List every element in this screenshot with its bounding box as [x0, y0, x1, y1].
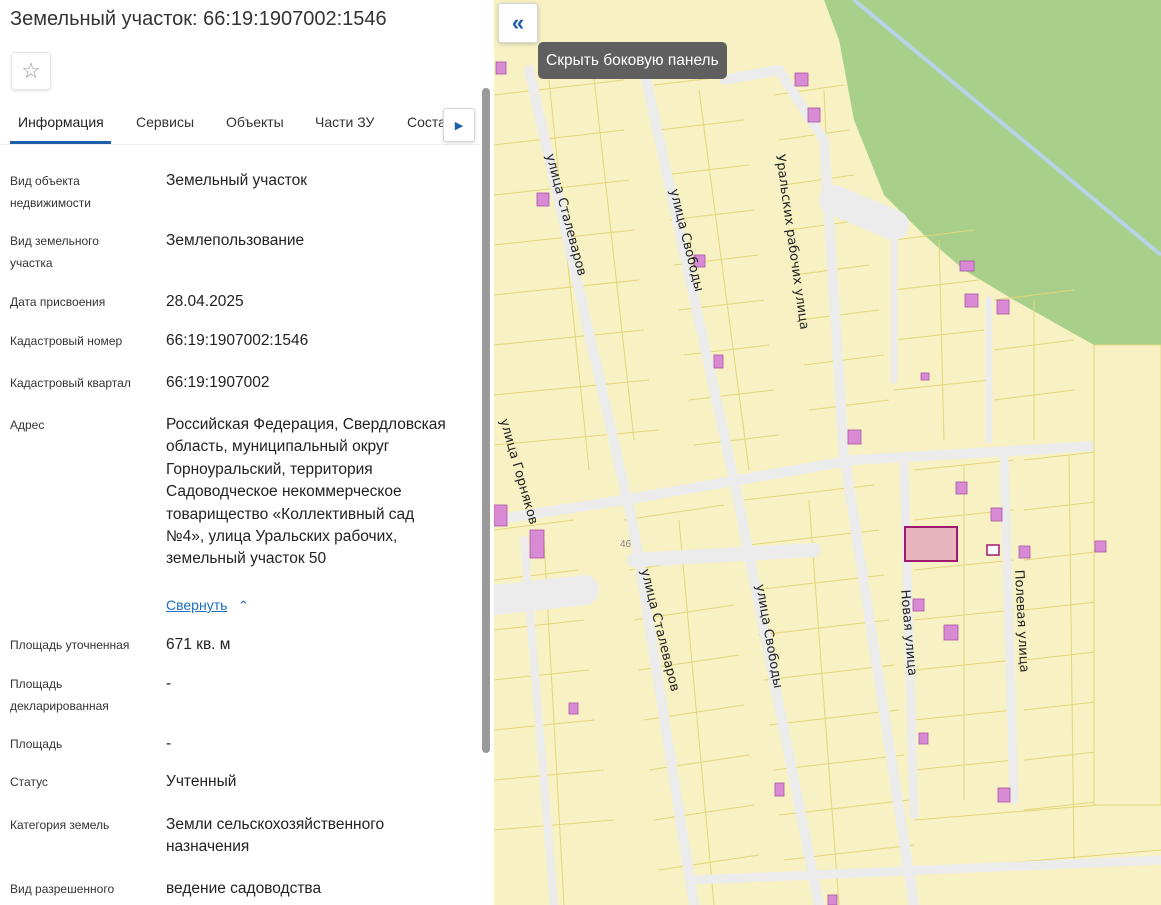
field-label: Вид разрешенного — [10, 882, 115, 896]
field-label: Адрес — [10, 418, 45, 432]
active-tab-indicator — [10, 141, 111, 144]
cadastral-map[interactable]: улица Сталеваров улица Свободы Уральских… — [494, 0, 1161, 905]
parcel-number-label: 46 — [620, 539, 632, 550]
field-value: Земельный участок — [166, 172, 308, 189]
field-value: - — [166, 675, 172, 692]
collapse-sidebar-button[interactable]: « — [498, 3, 538, 43]
field-label: Площадь — [10, 737, 63, 751]
field-value: Российская Федерация, Свердловская облас… — [166, 416, 446, 568]
field-label: Кадастровый номер — [10, 334, 123, 348]
tab-parts[interactable]: Части ЗУ — [315, 114, 374, 130]
field-label: Категория земель — [10, 818, 110, 832]
field-value: 66:19:1907002:1546 — [166, 332, 309, 349]
field-value: Землепользование — [166, 232, 305, 249]
collapse-address-link[interactable]: Свернуть — [166, 597, 227, 613]
selected-parcel[interactable] — [904, 526, 958, 562]
field-label: Вид земельного участка — [10, 234, 99, 270]
field-value: 66:19:1907002 — [166, 374, 270, 391]
tab-bar: Информация Сервисы Объекты Части ЗУ Сост… — [0, 100, 480, 145]
field-label: Площадь декларированная — [10, 677, 109, 713]
tab-objects[interactable]: Объекты — [226, 114, 284, 130]
chevron-right-icon: ▶ — [454, 119, 464, 132]
field-label: Вид объекта недвижимости — [10, 174, 91, 210]
tabs-scroll-right-button[interactable]: ▶ — [443, 108, 475, 142]
star-outline-icon: ☆ — [21, 58, 41, 83]
field-value: ведение садоводства — [166, 880, 322, 897]
chevron-up-icon[interactable]: ⌃ — [238, 598, 249, 614]
map-canvas[interactable]: улица Сталеваров улица Свободы Уральских… — [494, 0, 1161, 905]
tab-services[interactable]: Сервисы — [136, 114, 194, 130]
field-value: - — [166, 735, 172, 752]
sidebar-scrollbar[interactable] — [482, 88, 490, 753]
field-value: Земли сельскохозяйственного назначения — [166, 816, 385, 856]
field-value: Учтенный — [166, 773, 237, 790]
parcel — [1093, 344, 1161, 806]
building-outline — [986, 544, 1000, 556]
page-title: Земельный участок: 66:19:1907002:1546 — [10, 8, 387, 30]
tab-composition[interactable]: Соста — [407, 114, 446, 130]
field-label: Дата присвоения — [10, 295, 106, 309]
field-label: Кадастровый квартал — [10, 376, 131, 390]
double-chevron-left-icon: « — [511, 10, 525, 35]
favorite-button[interactable]: ☆ — [11, 52, 51, 90]
tab-information[interactable]: Информация — [18, 114, 104, 130]
collapse-sidebar-tooltip: Скрыть боковую панель — [538, 42, 727, 79]
field-label: Статус — [10, 775, 48, 789]
field-value: 28.04.2025 — [166, 293, 244, 310]
parcel — [644, 0, 689, 18]
field-value: 671 кв. м — [166, 636, 231, 653]
sidebar-panel: Земельный участок: 66:19:1907002:1546 ☆ … — [0, 0, 494, 905]
field-label: Площадь уточненная — [10, 638, 130, 652]
